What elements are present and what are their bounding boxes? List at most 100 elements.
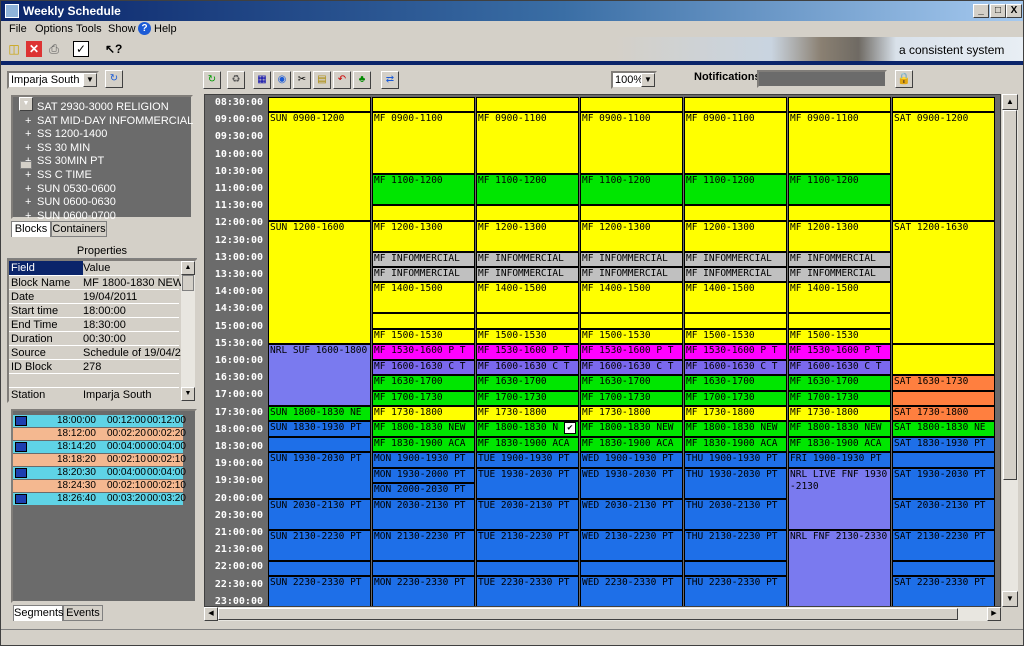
scroll-down-icon[interactable]: ▼ bbox=[19, 97, 33, 111]
schedule-block[interactable]: MF 1530-1600 P T bbox=[684, 344, 787, 360]
schedule-block[interactable] bbox=[268, 436, 371, 453]
schedule-block[interactable]: MF 1500-1530 bbox=[372, 328, 475, 345]
scroll-up-icon[interactable]: ▲ bbox=[181, 261, 195, 275]
schedule-block[interactable]: MF 1830-1900 ACA bbox=[788, 436, 891, 453]
menu-file[interactable]: File bbox=[9, 23, 27, 35]
schedule-block[interactable] bbox=[580, 560, 683, 576]
maximize-button[interactable]: □ bbox=[990, 4, 1006, 18]
schedule-block[interactable]: MF 1800-1830 NEW bbox=[788, 421, 891, 437]
notifications-box[interactable] bbox=[757, 70, 887, 88]
schedule-block[interactable]: MF 1400-1500 bbox=[372, 282, 475, 314]
segment-row[interactable]: 18:12:00 00:02:20 00:02:20 bbox=[13, 428, 186, 440]
schedule-block[interactable]: MF INFOMMERCIAL bbox=[684, 266, 787, 283]
tree-item[interactable]: +SS 30MIN PT bbox=[25, 155, 104, 169]
print-icon[interactable]: ⎙ bbox=[46, 41, 62, 57]
schedule-block[interactable]: MF 1630-1700 bbox=[684, 375, 787, 391]
tab-blocks[interactable]: Blocks bbox=[11, 221, 51, 237]
schedule-block[interactable]: MF 1100-1200 bbox=[788, 174, 891, 206]
schedule-block[interactable]: MF 1200-1300 bbox=[372, 220, 475, 252]
expand-icon[interactable]: + bbox=[25, 128, 37, 140]
schedule-block[interactable] bbox=[788, 205, 891, 221]
expand-icon[interactable]: + bbox=[25, 183, 37, 195]
scroll-right-icon[interactable]: ▶ bbox=[987, 607, 1001, 621]
schedule-block[interactable]: MF 1800-1830 NEW bbox=[684, 421, 787, 437]
schedule-block[interactable]: FRI 1900-1930 PT bbox=[788, 452, 891, 468]
schedule-block[interactable]: MF 1500-1530 bbox=[580, 328, 683, 345]
tree-item[interactable]: + SUN 0600-0630 bbox=[25, 196, 116, 210]
schedule-block[interactable]: THU 1930-2030 PT bbox=[684, 467, 787, 499]
schedule-block[interactable]: MF 1200-1300 bbox=[684, 220, 787, 252]
schedule-block[interactable]: MF 1100-1200 bbox=[372, 174, 475, 206]
delete-icon[interactable]: ✕ bbox=[26, 41, 42, 57]
schedule-block[interactable] bbox=[684, 97, 787, 113]
paste-icon[interactable]: ▤ bbox=[313, 71, 331, 89]
schedule-block[interactable]: MF 1530-1600 P T bbox=[476, 344, 579, 360]
calendar-icon[interactable]: ▦ bbox=[253, 71, 271, 89]
chevron-down-icon[interactable]: ▼ bbox=[83, 73, 97, 87]
tree-item[interactable]: + SS 30 MIN bbox=[25, 142, 90, 156]
schedule-block[interactable]: MF 1600-1630 C T bbox=[476, 359, 579, 376]
schedule-block[interactable]: MF 0900-1100 bbox=[684, 112, 787, 175]
schedule-block[interactable]: MF 1630-1700 bbox=[580, 375, 683, 391]
schedule-block[interactable] bbox=[580, 313, 683, 329]
schedule-block[interactable]: SAT 1930-2030 PT bbox=[892, 467, 995, 499]
schedule-block[interactable] bbox=[892, 390, 995, 407]
schedule-block[interactable]: THU 1900-1930 PT bbox=[684, 452, 787, 468]
schedule-block[interactable]: SAT 0900-1200 bbox=[892, 112, 995, 221]
schedule-block[interactable]: MF INFOMMERCIAL bbox=[372, 266, 475, 283]
schedule-block[interactable]: MON 2030-2130 PT bbox=[372, 498, 475, 530]
schedule-block[interactable]: MF 1600-1630 C T bbox=[372, 359, 475, 376]
schedule-block[interactable]: MF INFOMMERCIAL bbox=[788, 251, 891, 267]
schedule-block[interactable]: MF 1700-1730 bbox=[788, 390, 891, 407]
tree-item[interactable]: + SAT MID-DAY INFOMMERCIAL bbox=[25, 115, 193, 129]
schedule-block[interactable]: SUN 2230-2330 PT bbox=[268, 576, 371, 606]
tree-item[interactable]: +SAT 2930-3000 RELIGION bbox=[25, 101, 169, 115]
segment-row[interactable]: 18:20:30 00:04:00 00:04:00 bbox=[13, 467, 186, 479]
schedule-block[interactable]: MF 1700-1730 bbox=[476, 390, 579, 407]
schedule-block[interactable]: MF 1400-1500 bbox=[580, 282, 683, 314]
close-button[interactable]: X bbox=[1006, 4, 1022, 18]
schedule-block[interactable]: SAT 1830-1930 PT bbox=[892, 436, 995, 453]
schedule-block[interactable]: THU 2230-2330 PT bbox=[684, 576, 787, 606]
schedule-block[interactable]: WED 2230-2330 PT bbox=[580, 576, 683, 606]
schedule-block[interactable]: MF 0900-1100 bbox=[580, 112, 683, 175]
trash-icon[interactable]: ♻ bbox=[227, 71, 245, 89]
segment-row[interactable]: 18:26:40 00:03:20 00:03:20 bbox=[13, 493, 186, 505]
schedule-block[interactable]: TUE 2030-2130 PT bbox=[476, 498, 579, 530]
schedule-block[interactable] bbox=[268, 97, 371, 113]
schedule-block[interactable]: MF 1530-1600 P T bbox=[580, 344, 683, 360]
tab-containers[interactable]: Containers bbox=[51, 221, 107, 237]
property-row[interactable]: Station Imparja South bbox=[9, 387, 179, 401]
schedule-block[interactable]: MF 1830-1900 ACA bbox=[684, 436, 787, 453]
schedule-block[interactable]: MF 1100-1200 bbox=[476, 174, 579, 206]
schedule-block[interactable]: MF INFOMMERCIAL bbox=[372, 251, 475, 267]
property-row[interactable]: Duration 00:30:00 bbox=[9, 331, 179, 345]
menu-options[interactable]: Options bbox=[35, 23, 73, 35]
sync-icon[interactable]: ⇄ bbox=[381, 71, 399, 89]
schedule-block[interactable]: TUE 1930-2030 PT bbox=[476, 467, 579, 499]
tree-item[interactable]: + SUN 0530-0600 bbox=[25, 183, 116, 197]
schedule-block[interactable]: MF 1800-1830 N ✔ bbox=[476, 421, 579, 437]
scroll-thumb[interactable] bbox=[218, 608, 958, 620]
scroll-thumb[interactable] bbox=[182, 275, 194, 291]
schedule-block[interactable]: SAT 2130-2230 PT bbox=[892, 529, 995, 561]
schedule-block[interactable] bbox=[372, 97, 475, 113]
schedule-block[interactable]: MF 1530-1600 P T bbox=[788, 344, 891, 360]
property-row[interactable]: ID Block 278 bbox=[9, 359, 179, 373]
schedule-block[interactable]: SUN 1200-1600 bbox=[268, 220, 371, 345]
schedule-block[interactable]: TUE 2130-2230 PT bbox=[476, 529, 579, 561]
schedule-block[interactable]: MON 2000-2030 PT bbox=[372, 483, 475, 499]
expand-icon[interactable]: + bbox=[25, 142, 37, 154]
schedule-block[interactable]: MF 0900-1100 bbox=[372, 112, 475, 175]
schedule-block[interactable]: MF 1600-1630 C T bbox=[788, 359, 891, 376]
schedule-block[interactable]: WED 1930-2030 PT bbox=[580, 467, 683, 499]
schedule-block[interactable]: SUN 1830-1930 PT bbox=[268, 421, 371, 437]
schedule-block[interactable]: MF 1730-1800 bbox=[476, 406, 579, 422]
undo-icon[interactable]: ↶ bbox=[333, 71, 351, 89]
schedule-block[interactable]: NRL FNF 2130-2330 bbox=[788, 529, 891, 606]
schedule-block[interactable]: NRL SUF 1600-1800 bbox=[268, 344, 371, 407]
schedule-block[interactable]: MF 1500-1530 bbox=[788, 328, 891, 345]
schedule-block[interactable] bbox=[684, 205, 787, 221]
tab-segments[interactable]: Segments bbox=[13, 605, 64, 621]
schedule-block[interactable]: SAT 1800-1830 NE bbox=[892, 421, 995, 437]
